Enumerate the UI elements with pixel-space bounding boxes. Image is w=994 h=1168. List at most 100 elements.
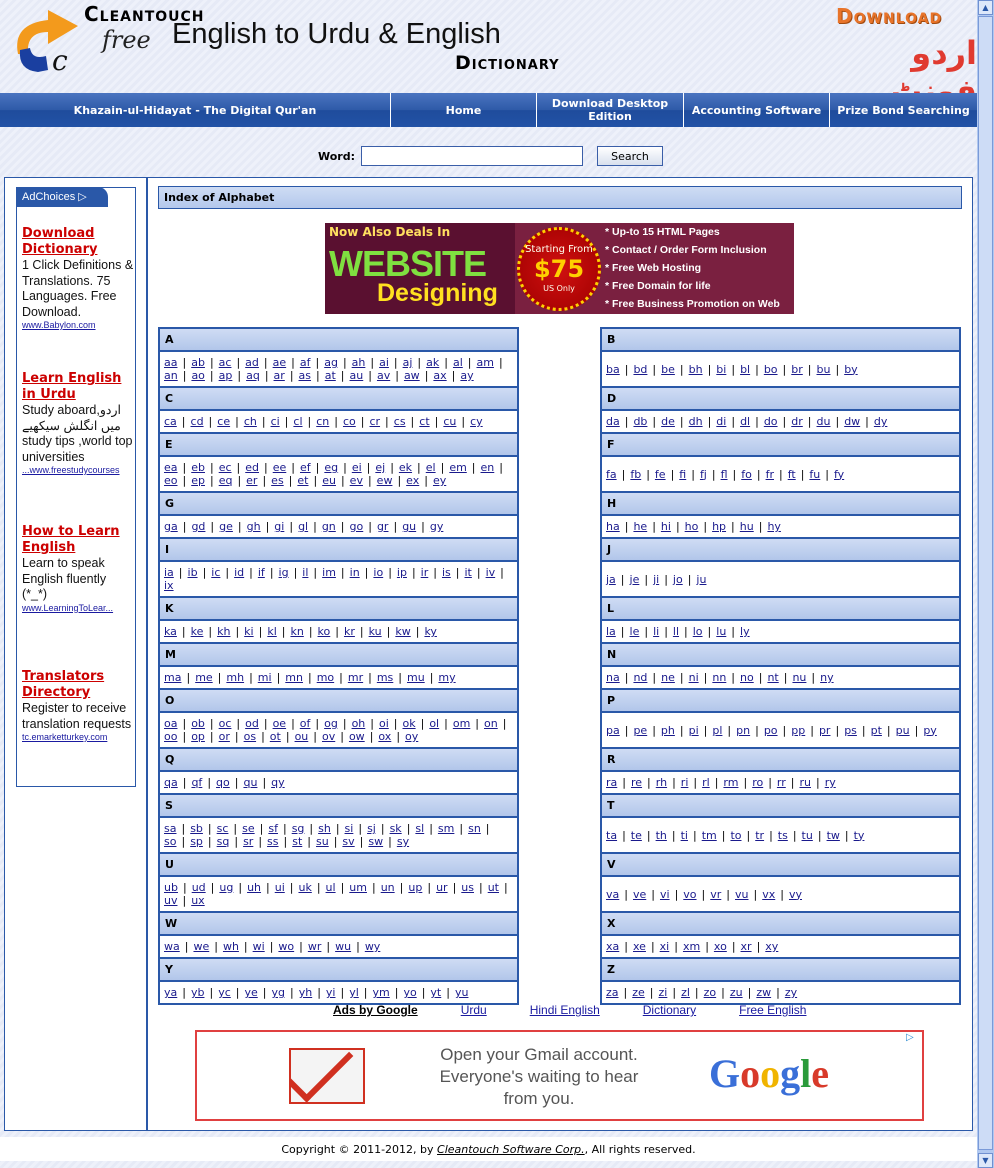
word-link[interactable]: yc [218, 986, 231, 999]
word-link[interactable]: ly [740, 625, 750, 638]
word-link[interactable]: pi [689, 724, 699, 737]
word-link[interactable]: sa [164, 822, 176, 835]
word-link[interactable]: od [245, 717, 259, 730]
word-link[interactable]: dr [791, 415, 803, 428]
word-link[interactable]: lo [693, 625, 703, 638]
word-link[interactable]: mh [226, 671, 244, 684]
word-link[interactable]: tu [802, 829, 813, 842]
ad-title[interactable]: Download Dictionary [22, 226, 134, 258]
word-link[interactable]: fo [741, 468, 752, 481]
word-link[interactable]: af [300, 356, 311, 369]
word-link[interactable]: fu [809, 468, 820, 481]
word-link[interactable]: io [373, 566, 383, 579]
word-link[interactable]: ti [681, 829, 688, 842]
word-link[interactable]: ve [633, 888, 646, 901]
word-link[interactable]: ji [653, 573, 659, 586]
word-link[interactable]: li [653, 625, 659, 638]
word-link[interactable]: yh [299, 986, 312, 999]
word-link[interactable]: re [631, 776, 642, 789]
word-link[interactable]: ab [191, 356, 205, 369]
word-link[interactable]: om [453, 717, 470, 730]
word-link[interactable]: ft [788, 468, 796, 481]
word-link[interactable]: pl [712, 724, 722, 737]
word-link[interactable]: iv [486, 566, 496, 579]
word-link[interactable]: rl [702, 776, 710, 789]
word-link[interactable]: al [453, 356, 463, 369]
word-link[interactable]: zo [704, 986, 717, 999]
word-link[interactable]: wa [164, 940, 180, 953]
word-link[interactable]: aj [403, 356, 413, 369]
word-link[interactable]: am [476, 356, 493, 369]
word-link[interactable]: nu [792, 671, 806, 684]
word-link[interactable]: sv [342, 835, 354, 848]
word-link[interactable]: cy [470, 415, 483, 428]
word-link[interactable]: qo [216, 776, 230, 789]
word-link[interactable]: no [740, 671, 754, 684]
word-link[interactable]: ip [397, 566, 407, 579]
word-link[interactable]: cs [394, 415, 406, 428]
word-link[interactable]: eu [322, 474, 336, 487]
word-link[interactable]: ot [270, 730, 281, 743]
word-link[interactable]: ol [429, 717, 439, 730]
word-link[interactable]: ro [752, 776, 763, 789]
word-link[interactable]: dl [740, 415, 750, 428]
nav-accounting[interactable]: Accounting Software [684, 93, 830, 127]
scroll-thumb[interactable] [978, 16, 993, 1150]
word-link[interactable]: pr [819, 724, 831, 737]
word-link[interactable]: uv [164, 894, 177, 907]
word-link[interactable]: xo [714, 940, 727, 953]
word-link[interactable]: an [164, 369, 178, 382]
word-link[interactable]: ug [219, 881, 233, 894]
word-link[interactable]: au [350, 369, 364, 382]
word-link[interactable]: ko [318, 625, 331, 638]
word-link[interactable]: ms [377, 671, 393, 684]
word-link[interactable]: me [195, 671, 212, 684]
adchoices-icon[interactable]: ▷ [906, 1032, 920, 1046]
ad-title[interactable]: How to Learn English [22, 524, 134, 556]
word-link[interactable]: ma [164, 671, 181, 684]
word-link[interactable]: os [244, 730, 256, 743]
word-link[interactable]: us [461, 881, 474, 894]
word-link[interactable]: ep [191, 474, 205, 487]
word-link[interactable]: em [449, 461, 466, 474]
word-link[interactable]: bu [817, 363, 831, 376]
word-link[interactable]: ja [606, 573, 616, 586]
word-link[interactable]: si [345, 822, 354, 835]
nav-khazain[interactable]: Khazain-ul-Hidayat - The Digital Qur'an [0, 93, 391, 127]
word-link[interactable]: kw [395, 625, 410, 638]
word-link[interactable]: gh [247, 520, 261, 533]
word-link[interactable]: ut [488, 881, 499, 894]
word-link[interactable]: ex [406, 474, 419, 487]
word-link[interactable]: aw [404, 369, 420, 382]
word-link[interactable]: bd [633, 363, 647, 376]
word-link[interactable]: mr [348, 671, 363, 684]
word-link[interactable]: vu [735, 888, 748, 901]
word-link[interactable]: ge [219, 520, 233, 533]
word-link[interactable]: as [299, 369, 311, 382]
word-link[interactable]: th [656, 829, 667, 842]
word-link[interactable]: et [297, 474, 308, 487]
ad-link-dictionary[interactable]: Dictionary [643, 1003, 696, 1017]
word-link[interactable]: ow [349, 730, 365, 743]
word-link[interactable]: te [631, 829, 642, 842]
ad-link-hindi-english[interactable]: Hindi English [530, 1003, 600, 1017]
word-link[interactable]: ba [606, 363, 620, 376]
word-link[interactable]: py [923, 724, 937, 737]
word-link[interactable]: fe [655, 468, 666, 481]
word-link[interactable]: ef [300, 461, 311, 474]
word-link[interactable]: fr [766, 468, 774, 481]
word-link[interactable]: za [606, 986, 619, 999]
word-link[interactable]: ox [378, 730, 391, 743]
word-link[interactable]: yg [271, 986, 285, 999]
word-link[interactable]: il [302, 566, 308, 579]
word-link[interactable]: oc [219, 717, 232, 730]
word-link[interactable]: sb [190, 822, 203, 835]
word-link[interactable]: we [193, 940, 209, 953]
word-link[interactable]: zl [681, 986, 690, 999]
word-link[interactable]: kn [290, 625, 303, 638]
word-link[interactable]: yi [326, 986, 336, 999]
word-link[interactable]: un [381, 881, 395, 894]
word-link[interactable]: oo [164, 730, 177, 743]
word-link[interactable]: yt [430, 986, 441, 999]
word-link[interactable]: rr [777, 776, 786, 789]
